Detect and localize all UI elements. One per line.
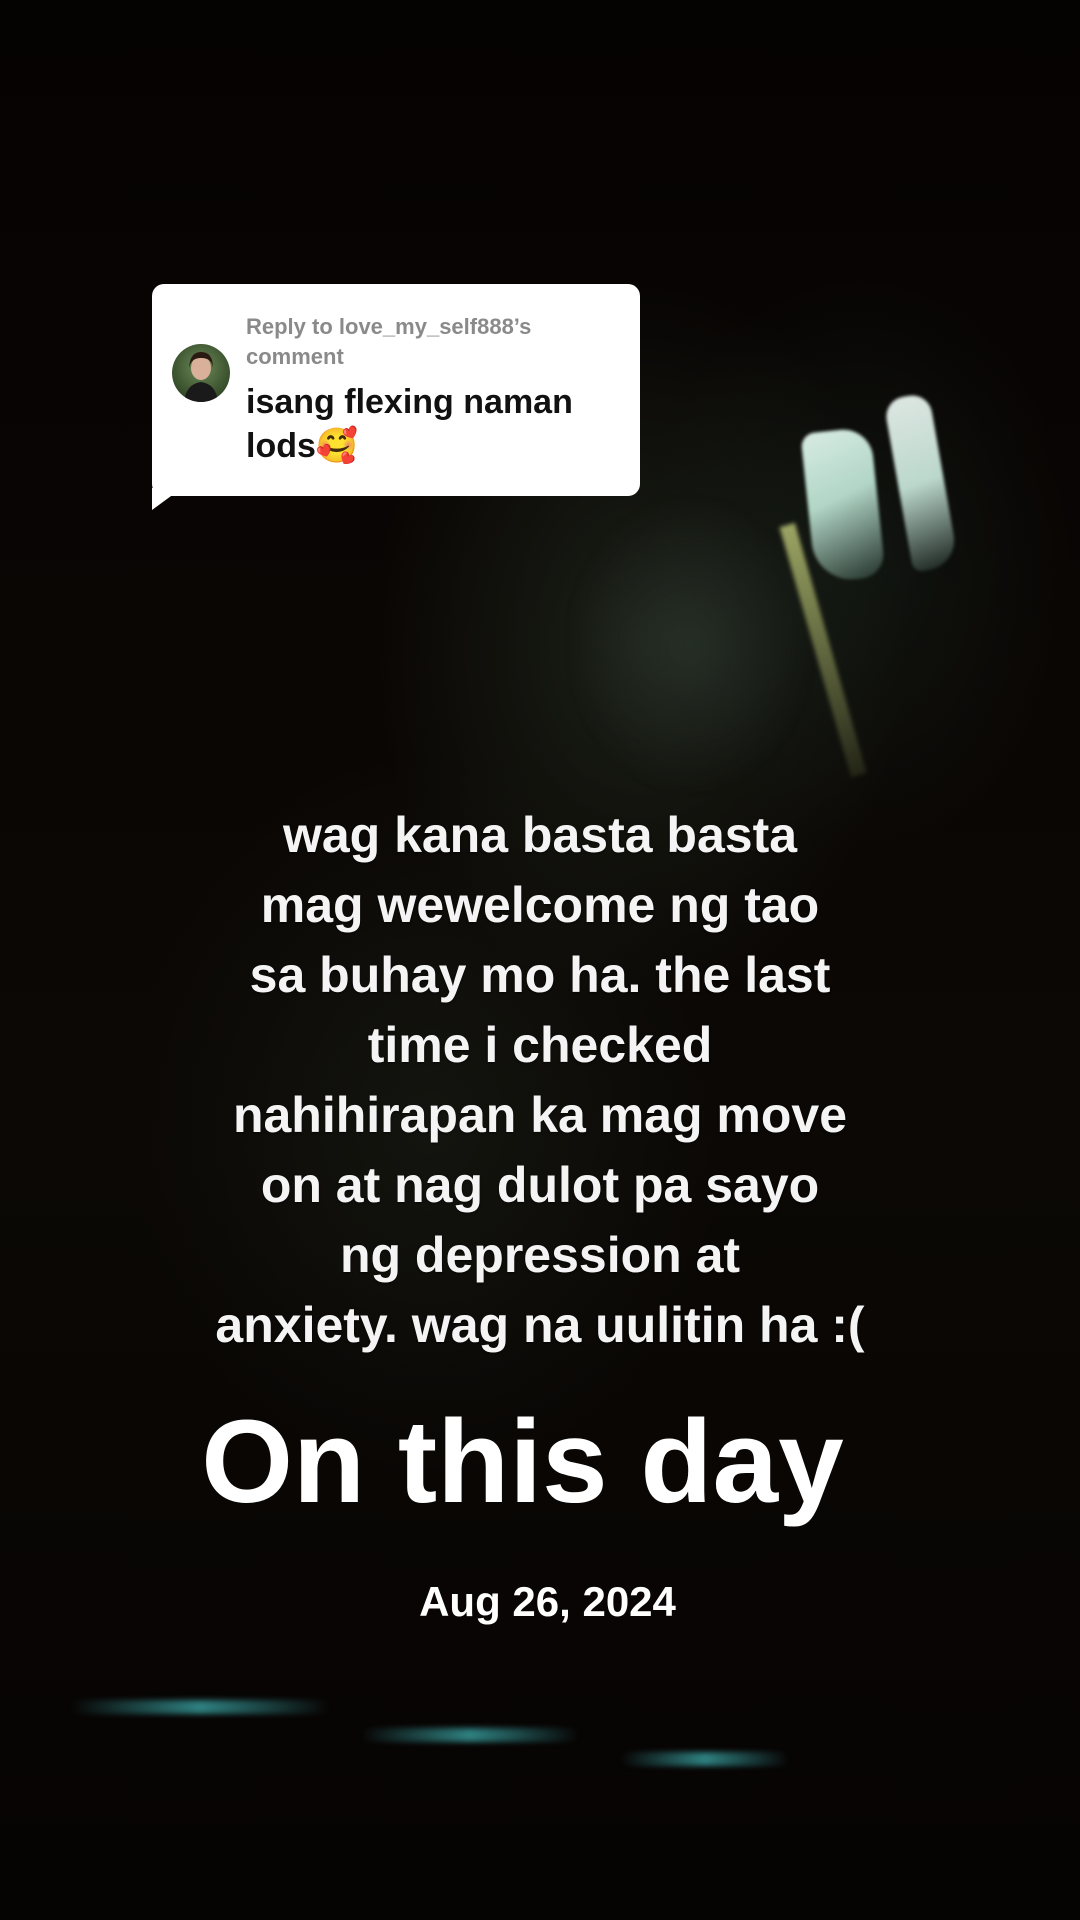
video-stage[interactable]: Reply to love_my_self888’s comment isang… — [0, 0, 1080, 1920]
background-photo-highlight — [883, 392, 959, 573]
reply-bubble-tail — [152, 488, 182, 510]
reply-comment-bubble[interactable]: Reply to love_my_self888’s comment isang… — [152, 284, 640, 496]
reply-comment-text: isang flexing naman lods🥰 — [246, 383, 573, 465]
avatar-person-icon — [184, 352, 218, 402]
commenter-avatar[interactable] — [172, 344, 230, 402]
video-caption: wag kana basta basta mag wewelcome ng ta… — [215, 807, 865, 1353]
background-light-streak — [360, 1728, 580, 1742]
on-this-day-title: On this day — [201, 1396, 844, 1528]
reply-header: Reply to love_my_self888’s comment — [246, 314, 532, 369]
background-light-streak — [70, 1700, 330, 1714]
memory-date: Aug 26, 2024 — [419, 1578, 676, 1625]
background-photo-highlight — [800, 426, 886, 584]
background-light-streak — [620, 1752, 790, 1766]
background-photo-shadow — [570, 500, 810, 790]
